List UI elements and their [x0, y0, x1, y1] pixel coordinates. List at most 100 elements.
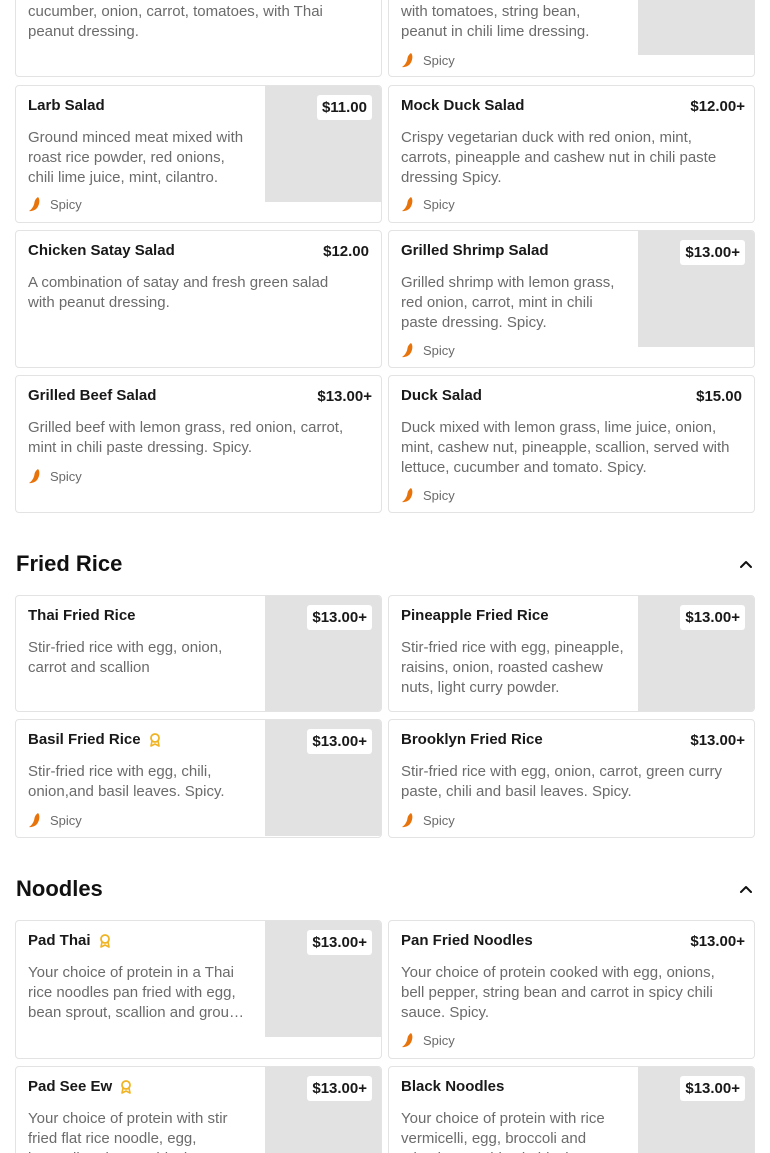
item-price: $13.00+ [307, 605, 372, 630]
spicy-tag: Spicy [401, 196, 455, 212]
item-name-text: Pad Thai [28, 932, 91, 949]
chili-pepper-icon [402, 1033, 413, 1048]
section-title: Fried Rice [16, 551, 123, 576]
item-name: Mock Duck Salad [401, 97, 525, 114]
item-price: $13.00+ [680, 605, 745, 630]
item-name: Pan Fried Noodles [401, 932, 533, 949]
item-price: $13.00+ [307, 930, 372, 955]
menu-item-card[interactable]: Duck Salad $15.00 Duck mixed with lemon … [388, 375, 755, 513]
spicy-tag: Spicy [401, 487, 455, 503]
item-name: Larb Salad [28, 97, 105, 114]
item-price: $13.00+ [690, 732, 745, 749]
spicy-tag: Spicy [401, 52, 455, 68]
menu-item-card[interactable]: Mock Duck Salad $12.00+ Crispy vegetaria… [388, 85, 755, 223]
item-description: Stir-fried rice with egg, pineapple, rai… [401, 639, 624, 696]
menu-item-card[interactable]: Pineapple Fried Rice Stir-fried rice wit… [388, 595, 755, 712]
chili-pepper-icon [402, 197, 413, 212]
item-name: Grilled Beef Salad [28, 387, 157, 404]
spicy-label: Spicy [50, 468, 82, 484]
menu-item-card[interactable]: Black Noodles Your choice of protein wit… [388, 1066, 755, 1153]
item-description: Crispy vegetarian duck with red onion, m… [401, 129, 717, 186]
item-image [638, 0, 754, 55]
section-header-noodles[interactable]: Noodles [16, 874, 754, 904]
menu-item-card[interactable]: Grilled Shrimp Salad Grilled shrimp with… [388, 230, 755, 368]
ribbon-award-icon [121, 1079, 132, 1094]
chili-pepper-icon [29, 197, 40, 212]
menu-item-card[interactable]: Pad See Ew Your choice of protein with s… [15, 1066, 382, 1153]
spicy-label: Spicy [423, 52, 455, 68]
item-name: Grilled Shrimp Salad [401, 242, 549, 259]
item-description: Grilled beef with lemon grass, red onion… [28, 419, 344, 456]
item-description: Duck mixed with lemon grass, lime juice,… [401, 419, 730, 476]
spicy-label: Spicy [50, 196, 82, 212]
chevron-up-icon[interactable] [738, 881, 754, 897]
spicy-label: Spicy [423, 812, 455, 828]
item-description: cucumber, onion, carrot, tomatoes, with … [28, 3, 323, 40]
item-image: $13.00+ [265, 921, 381, 1037]
item-name: Thai Fried Rice [28, 607, 136, 624]
item-image: $13.00+ [265, 1067, 381, 1153]
menu-item-card[interactable]: Grilled Beef Salad $13.00+ Grilled beef … [15, 375, 382, 513]
spicy-tag: Spicy [28, 812, 82, 828]
menu-item-card[interactable]: Larb Salad Ground minced meat mixed with… [15, 85, 382, 223]
item-image: $13.00+ [638, 1067, 754, 1153]
item-name: Black Noodles [401, 1078, 505, 1095]
item-price: $12.00+ [690, 98, 745, 115]
spicy-tag: Spicy [28, 196, 82, 212]
item-name: Pad Thai [28, 932, 111, 949]
item-name: Pad See Ew [28, 1078, 132, 1095]
menu-item-card[interactable]: Thai Fried Rice Stir-fried rice with egg… [15, 595, 382, 712]
spicy-tag: Spicy [28, 468, 82, 484]
spicy-label: Spicy [423, 196, 455, 212]
chili-pepper-icon [402, 488, 413, 503]
item-price: $15.00 [696, 388, 742, 405]
item-price: $13.00+ [690, 933, 745, 950]
item-name: Pineapple Fried Rice [401, 607, 549, 624]
spicy-label: Spicy [423, 1032, 455, 1048]
chili-pepper-icon [29, 813, 40, 828]
ribbon-award-icon [99, 933, 110, 948]
chili-pepper-icon [29, 469, 40, 484]
chili-pepper-icon [402, 813, 413, 828]
menu-item-card[interactable]: Basil Fried Rice Stir-fried rice with eg… [15, 719, 382, 838]
spicy-label: Spicy [423, 487, 455, 503]
item-image: $11.00 [265, 86, 381, 202]
item-name: Chicken Satay Salad [28, 242, 175, 259]
menu-item-card[interactable]: with tomatoes, string bean, peanut in ch… [388, 0, 755, 77]
section-title: Noodles [16, 876, 103, 901]
item-description: Your choice of protein in a Thai rice no… [28, 964, 246, 1021]
item-description: Your choice of protein with rice vermice… [401, 1110, 605, 1153]
item-description: with tomatoes, string bean, peanut in ch… [401, 3, 590, 40]
chevron-up-icon[interactable] [738, 556, 754, 572]
item-image: $13.00+ [638, 596, 754, 711]
item-price: $13.00+ [307, 729, 372, 754]
chili-pepper-icon [402, 53, 413, 68]
item-name: Duck Salad [401, 387, 482, 404]
menu-item-card[interactable]: Pad Thai Your choice of protein in a Tha… [15, 920, 382, 1059]
spicy-label: Spicy [423, 342, 455, 358]
item-name: Basil Fried Rice [28, 731, 161, 748]
item-description: Stir-fried rice with egg, chili, onion,a… [28, 763, 225, 800]
spicy-tag: Spicy [401, 342, 455, 358]
item-description: Your choice of protein cooked with egg, … [401, 964, 715, 1021]
item-image: $13.00+ [265, 596, 381, 711]
ribbon-award-icon [149, 732, 160, 747]
menu-item-card[interactable]: cucumber, onion, carrot, tomatoes, with … [15, 0, 382, 77]
item-image: $13.00+ [265, 720, 381, 836]
item-name-text: Basil Fried Rice [28, 731, 141, 748]
item-description: Your choice of protein with stir fried f… [28, 1110, 228, 1153]
item-description: Stir-fried rice with egg, onion, carrot … [28, 639, 223, 676]
item-description: Ground minced meat mixed with roast rice… [28, 129, 244, 186]
item-price: $11.00 [316, 95, 372, 120]
spicy-tag: Spicy [401, 812, 455, 828]
item-description: Stir-fried rice with egg, onion, carrot,… [401, 763, 722, 800]
item-name: Brooklyn Fried Rice [401, 731, 543, 748]
menu-item-card[interactable]: Pan Fried Noodles $13.00+ Your choice of… [388, 920, 755, 1059]
item-price: $13.00+ [307, 1076, 372, 1101]
item-price: $13.00+ [680, 1076, 745, 1101]
item-price: $13.00+ [317, 388, 372, 405]
item-price: $12.00 [323, 243, 369, 260]
section-header-fried-rice[interactable]: Fried Rice [16, 549, 754, 579]
menu-item-card[interactable]: Chicken Satay Salad $12.00 A combination… [15, 230, 382, 368]
menu-item-card[interactable]: Brooklyn Fried Rice $13.00+ Stir-fried r… [388, 719, 755, 838]
